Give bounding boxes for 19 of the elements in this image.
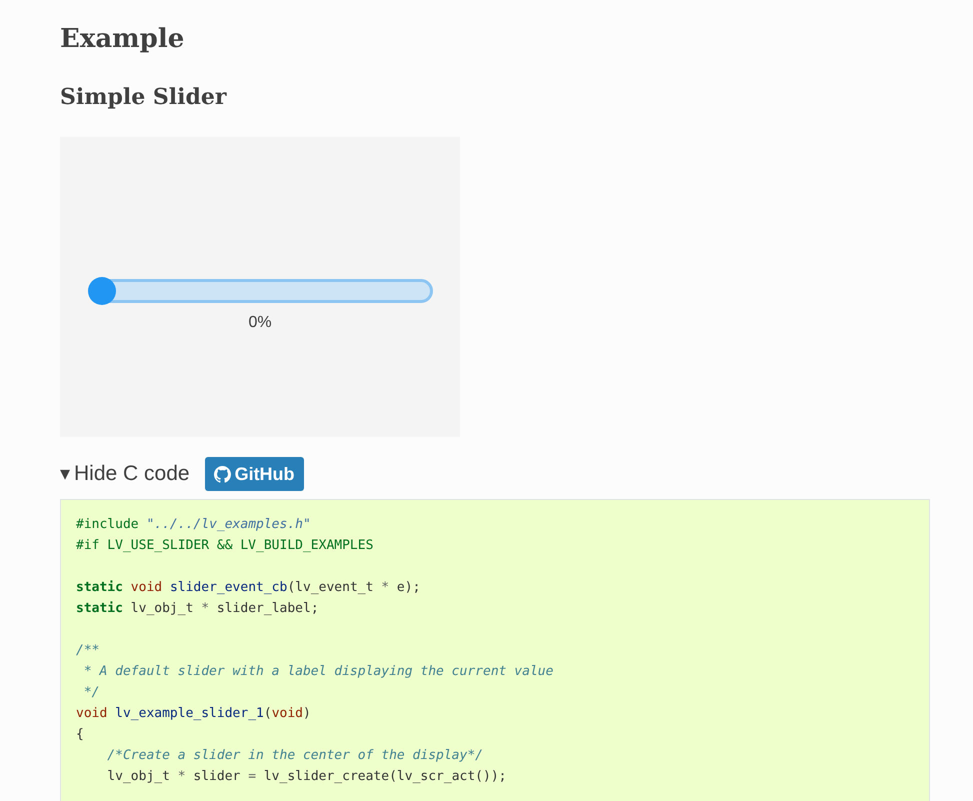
- page-title: Example: [60, 23, 184, 56]
- code-line: */: [82, 685, 100, 700]
- section-title: Simple Slider: [60, 83, 226, 112]
- hide-code-toggle[interactable]: ▾ Hide C code: [60, 459, 190, 489]
- github-icon: [214, 466, 231, 482]
- code-line: static void slider_event_cb(lv_event_t * e);: [76, 580, 420, 595]
- code-line: void lv_example_slider_1(void): [76, 706, 311, 721]
- code-line: lv_obj_t * slider = lv_slider_create(lv_scr_act());: [106, 769, 506, 784]
- code-line: * A default slider with a label displaying the current value: [82, 664, 554, 679]
- github-button[interactable]: GitHub: [204, 457, 304, 491]
- slider-value: 0%: [248, 313, 272, 333]
- code-line: #if LV_USE_SLIDER && LV_BUILD_EXAMPLES: [76, 538, 374, 553]
- slider-track[interactable]: [88, 277, 432, 305]
- code-line: static lv_obj_t * slider_label;: [76, 601, 319, 616]
- code-line: /*Create a slider in the center of the display*/: [106, 748, 483, 763]
- code-line: {: [76, 727, 84, 742]
- code-line: /**: [76, 643, 100, 658]
- slider-thumb[interactable]: [88, 277, 116, 305]
- code-line: #include "../../lv_examples.h": [76, 517, 311, 532]
